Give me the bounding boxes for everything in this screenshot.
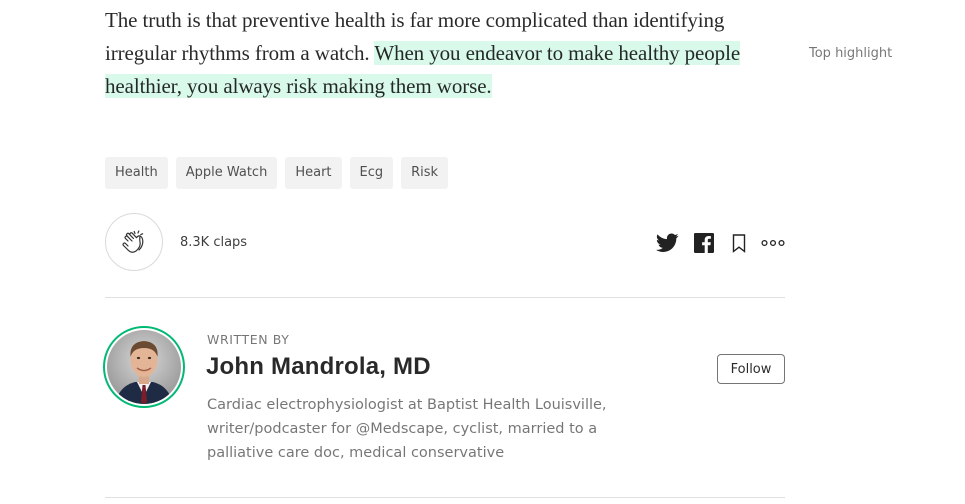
share-actions: [655, 231, 785, 255]
facebook-icon[interactable]: [692, 231, 716, 255]
tag-heart[interactable]: Heart: [285, 157, 342, 189]
tag-list: Health Apple Watch Heart Ecg Risk: [105, 157, 449, 189]
clap-icon: [122, 230, 144, 253]
divider: [105, 297, 785, 298]
clap-count[interactable]: 8.3K claps: [180, 235, 247, 250]
more-icon[interactable]: [761, 231, 785, 255]
article-paragraph: The truth is that preventive health is f…: [105, 4, 795, 103]
written-by-label: WRITTEN BY: [207, 332, 290, 347]
bookmark-icon[interactable]: [727, 231, 751, 255]
author-name[interactable]: John Mandrola, MD: [206, 353, 431, 381]
author-avatar[interactable]: [103, 326, 185, 408]
top-highlight-label: Top highlight: [809, 46, 893, 61]
follow-button[interactable]: Follow: [717, 354, 785, 384]
twitter-icon[interactable]: [655, 231, 679, 255]
author-bio: Cardiac electrophysiologist at Baptist H…: [207, 397, 607, 461]
divider: [105, 497, 785, 498]
clap-button[interactable]: [105, 213, 163, 271]
tag-apple-watch[interactable]: Apple Watch: [175, 157, 278, 189]
avatar: [107, 330, 181, 404]
tag-health[interactable]: Health: [105, 157, 168, 189]
tag-ecg[interactable]: Ecg: [349, 157, 394, 189]
tag-risk[interactable]: Risk: [401, 157, 449, 189]
